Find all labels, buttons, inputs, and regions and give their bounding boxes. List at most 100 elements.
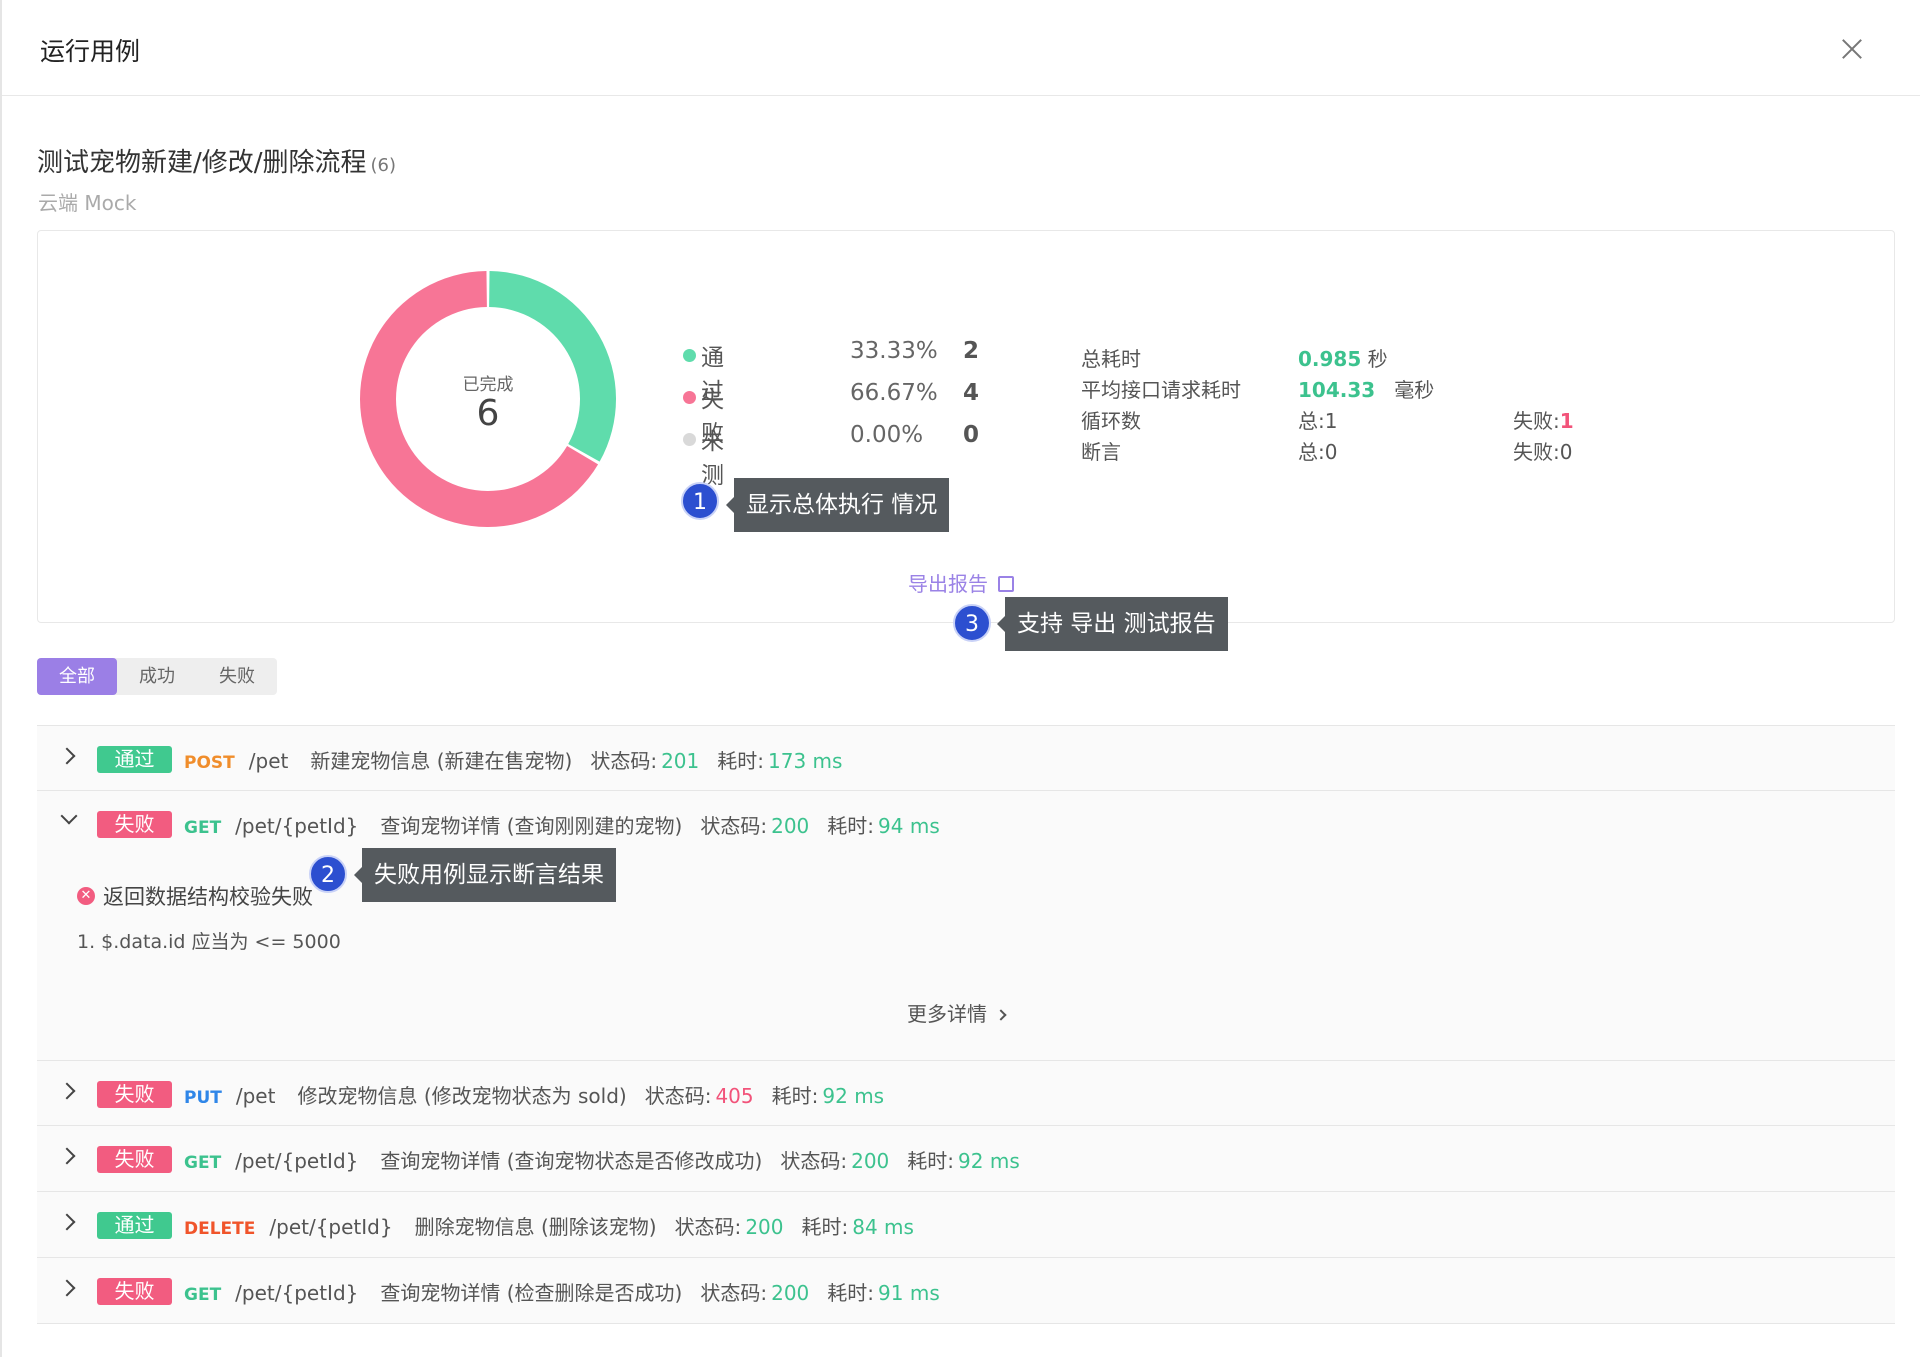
chevron-right-icon[interactable]	[58, 747, 76, 765]
total-time-unit: 秒	[1367, 347, 1388, 371]
filter-fail[interactable]: 失败	[197, 658, 277, 695]
status-badge: 失败	[97, 1278, 172, 1305]
case-row[interactable]: 通过 POST/pet 新建宠物信息 (新建在售宠物) 状态码: 201 耗时: 173 …	[37, 725, 1895, 791]
chevron-down-icon[interactable]	[60, 807, 78, 825]
time-label: 耗时:	[771, 1084, 819, 1108]
callout-3-tooltip: 支持 导出 测试报告	[997, 597, 1228, 651]
total-time-label: 总耗时	[1081, 347, 1141, 371]
chevron-right-icon[interactable]	[58, 1082, 76, 1100]
status-code: 200	[851, 1149, 890, 1173]
error-icon: ✕	[77, 887, 95, 905]
modal-header: 运行用例	[2, 0, 1920, 96]
loop-fail-value: 1	[1559, 409, 1574, 433]
case-row[interactable]: 通过 DELETE/pet/{petId} 删除宠物信息 (删除该宠物) 状态码: 2…	[37, 1192, 1895, 1258]
case-row[interactable]: 失败 PUT/pet 修改宠物信息 (修改宠物状态为 sold) 状态码: 405 耗时…	[37, 1060, 1895, 1126]
time-label: 耗时:	[907, 1149, 955, 1173]
http-method: PUT	[184, 1088, 222, 1108]
donut-center-label: 已完成	[462, 375, 514, 395]
assertion-error-item: 1. $.data.id 应当为 <= 5000	[77, 931, 341, 953]
case-time: 173 ms	[768, 749, 843, 773]
time-label: 耗时:	[801, 1215, 849, 1239]
case-summary: GET/pet/{petId} 查询宠物详情 (检查删除是否成功) 状态码: 200 耗…	[184, 1277, 940, 1306]
case-path: /pet/{petId}	[269, 1215, 393, 1239]
status-code: 405	[715, 1084, 754, 1108]
legend-untested-percent: 0.00%	[850, 422, 924, 448]
case-time: 94 ms	[878, 814, 940, 838]
summary-card: 已完成 6 通过 33.33% 2 失败 66.67% 4 未测 0.00% 0…	[37, 230, 1895, 623]
external-link-icon	[998, 576, 1014, 592]
case-name: 删除宠物信息 (删除该宠物)	[414, 1215, 657, 1239]
status-code-label: 状态码:	[590, 749, 658, 773]
chevron-right-icon[interactable]	[58, 1147, 76, 1165]
case-time: 92 ms	[822, 1084, 885, 1108]
http-method: DELETE	[184, 1219, 256, 1239]
case-row[interactable]: 失败 GET/pet/{petId} 查询宠物详情 (查询宠物状态是否修改成功) 状…	[37, 1126, 1895, 1192]
chevron-right-icon[interactable]	[58, 1279, 76, 1297]
case-name: 修改宠物信息 (修改宠物状态为 sold)	[297, 1084, 627, 1108]
close-icon[interactable]	[1832, 30, 1872, 70]
collection-title: 测试宠物新建/修改/删除流程 (6)	[37, 142, 396, 179]
case-name: 查询宠物详情 (查询宠物状态是否修改成功)	[380, 1149, 763, 1173]
legend-untested-count: 0	[963, 422, 980, 448]
http-method: GET	[184, 818, 222, 838]
case-summary: POST/pet 新建宠物信息 (新建在售宠物) 状态码: 201 耗时: 173 ms	[184, 745, 842, 774]
export-report-link[interactable]: 导出报告	[908, 568, 1014, 597]
collection-count: (6)	[370, 155, 397, 176]
status-badge: 失败	[97, 811, 172, 838]
filter-all[interactable]: 全部	[37, 658, 117, 695]
status-badge: 失败	[97, 1146, 172, 1173]
legend-fail-dot	[683, 391, 696, 404]
more-details-label: 更多详情	[907, 1002, 987, 1026]
callout-3-badge: 3	[953, 604, 991, 642]
callout-1-tooltip: 显示总体执行 情况	[725, 478, 950, 532]
total-time-number: 0.985	[1298, 347, 1362, 371]
avg-time-number: 104.33	[1298, 378, 1376, 402]
status-code: 200	[771, 814, 810, 838]
case-row-expanded[interactable]: 失败 GET/pet/{petId} 查询宠物详情 (查询刚刚建的宠物) 状态码: 2…	[37, 791, 1895, 1079]
case-time: 92 ms	[958, 1149, 1020, 1173]
case-summary: DELETE/pet/{petId} 删除宠物信息 (删除该宠物) 状态码: 200 耗…	[184, 1211, 914, 1240]
case-row[interactable]: 失败 GET/pet/{petId} 查询宠物详情 (检查删除是否成功) 状态码: 2…	[37, 1258, 1895, 1324]
status-code-label: 状态码:	[644, 1084, 712, 1108]
total-time-value: 0.985 秒	[1298, 343, 1388, 372]
callout-2-tooltip: 失败用例显示断言结果	[354, 848, 616, 902]
callout-1-badge: 1	[681, 482, 719, 520]
export-report-label: 导出报告	[908, 572, 988, 596]
status-code: 200	[745, 1215, 784, 1239]
case-path: /pet	[235, 1084, 276, 1108]
assertion-error-title: 返回数据结构校验失败	[103, 885, 313, 909]
case-detail: ✕ 返回数据结构校验失败 1. $.data.id 应当为 <= 5000 更多…	[37, 857, 1895, 1079]
filter-success[interactable]: 成功	[117, 658, 197, 695]
case-path: /pet	[248, 749, 289, 773]
run-cases-modal: 运行用例 测试宠物新建/修改/删除流程 (6) 云端 Mock 已完成 6 通过 …	[0, 0, 1920, 1357]
case-name: 新建宠物信息 (新建在售宠物)	[310, 749, 573, 773]
more-details-link[interactable]: 更多详情	[907, 998, 1007, 1027]
assert-label: 断言	[1081, 440, 1121, 464]
chevron-right-icon[interactable]	[58, 1213, 76, 1231]
status-code-label: 状态码:	[780, 1149, 848, 1173]
case-path: /pet/{petId}	[235, 1281, 359, 1305]
avg-time-label: 平均接口请求耗时	[1081, 378, 1241, 402]
legend-pass-dot	[683, 349, 696, 362]
legend-fail-percent: 66.67%	[850, 380, 938, 406]
case-time: 84 ms	[852, 1215, 914, 1239]
case-summary: GET/pet/{petId} 查询宠物详情 (查询宠物状态是否修改成功) 状态码:…	[184, 1145, 1020, 1174]
http-method: GET	[184, 1285, 222, 1305]
case-summary: GET/pet/{petId} 查询宠物详情 (查询刚刚建的宠物) 状态码: 200 耗…	[184, 810, 940, 839]
time-label: 耗时:	[717, 749, 765, 773]
loop-label: 循环数	[1081, 409, 1141, 433]
time-label: 耗时:	[827, 1281, 875, 1305]
callout-2-badge: 2	[309, 855, 347, 893]
donut-center-value: 6	[476, 393, 500, 434]
legend-pass-count: 2	[963, 338, 980, 364]
status-code-label: 状态码:	[700, 1281, 768, 1305]
http-method: GET	[184, 1153, 222, 1173]
loop-fail-label: 失败:	[1513, 409, 1560, 433]
case-name: 查询宠物详情 (检查删除是否成功)	[380, 1281, 683, 1305]
assert-total: 总:0	[1298, 440, 1338, 464]
loop-total: 总:1	[1298, 409, 1338, 433]
avg-time-unit: 毫秒	[1394, 378, 1435, 402]
case-time: 91 ms	[878, 1281, 940, 1305]
case-path: /pet/{petId}	[235, 1149, 359, 1173]
collection-name: 测试宠物新建/修改/删除流程	[37, 148, 367, 178]
